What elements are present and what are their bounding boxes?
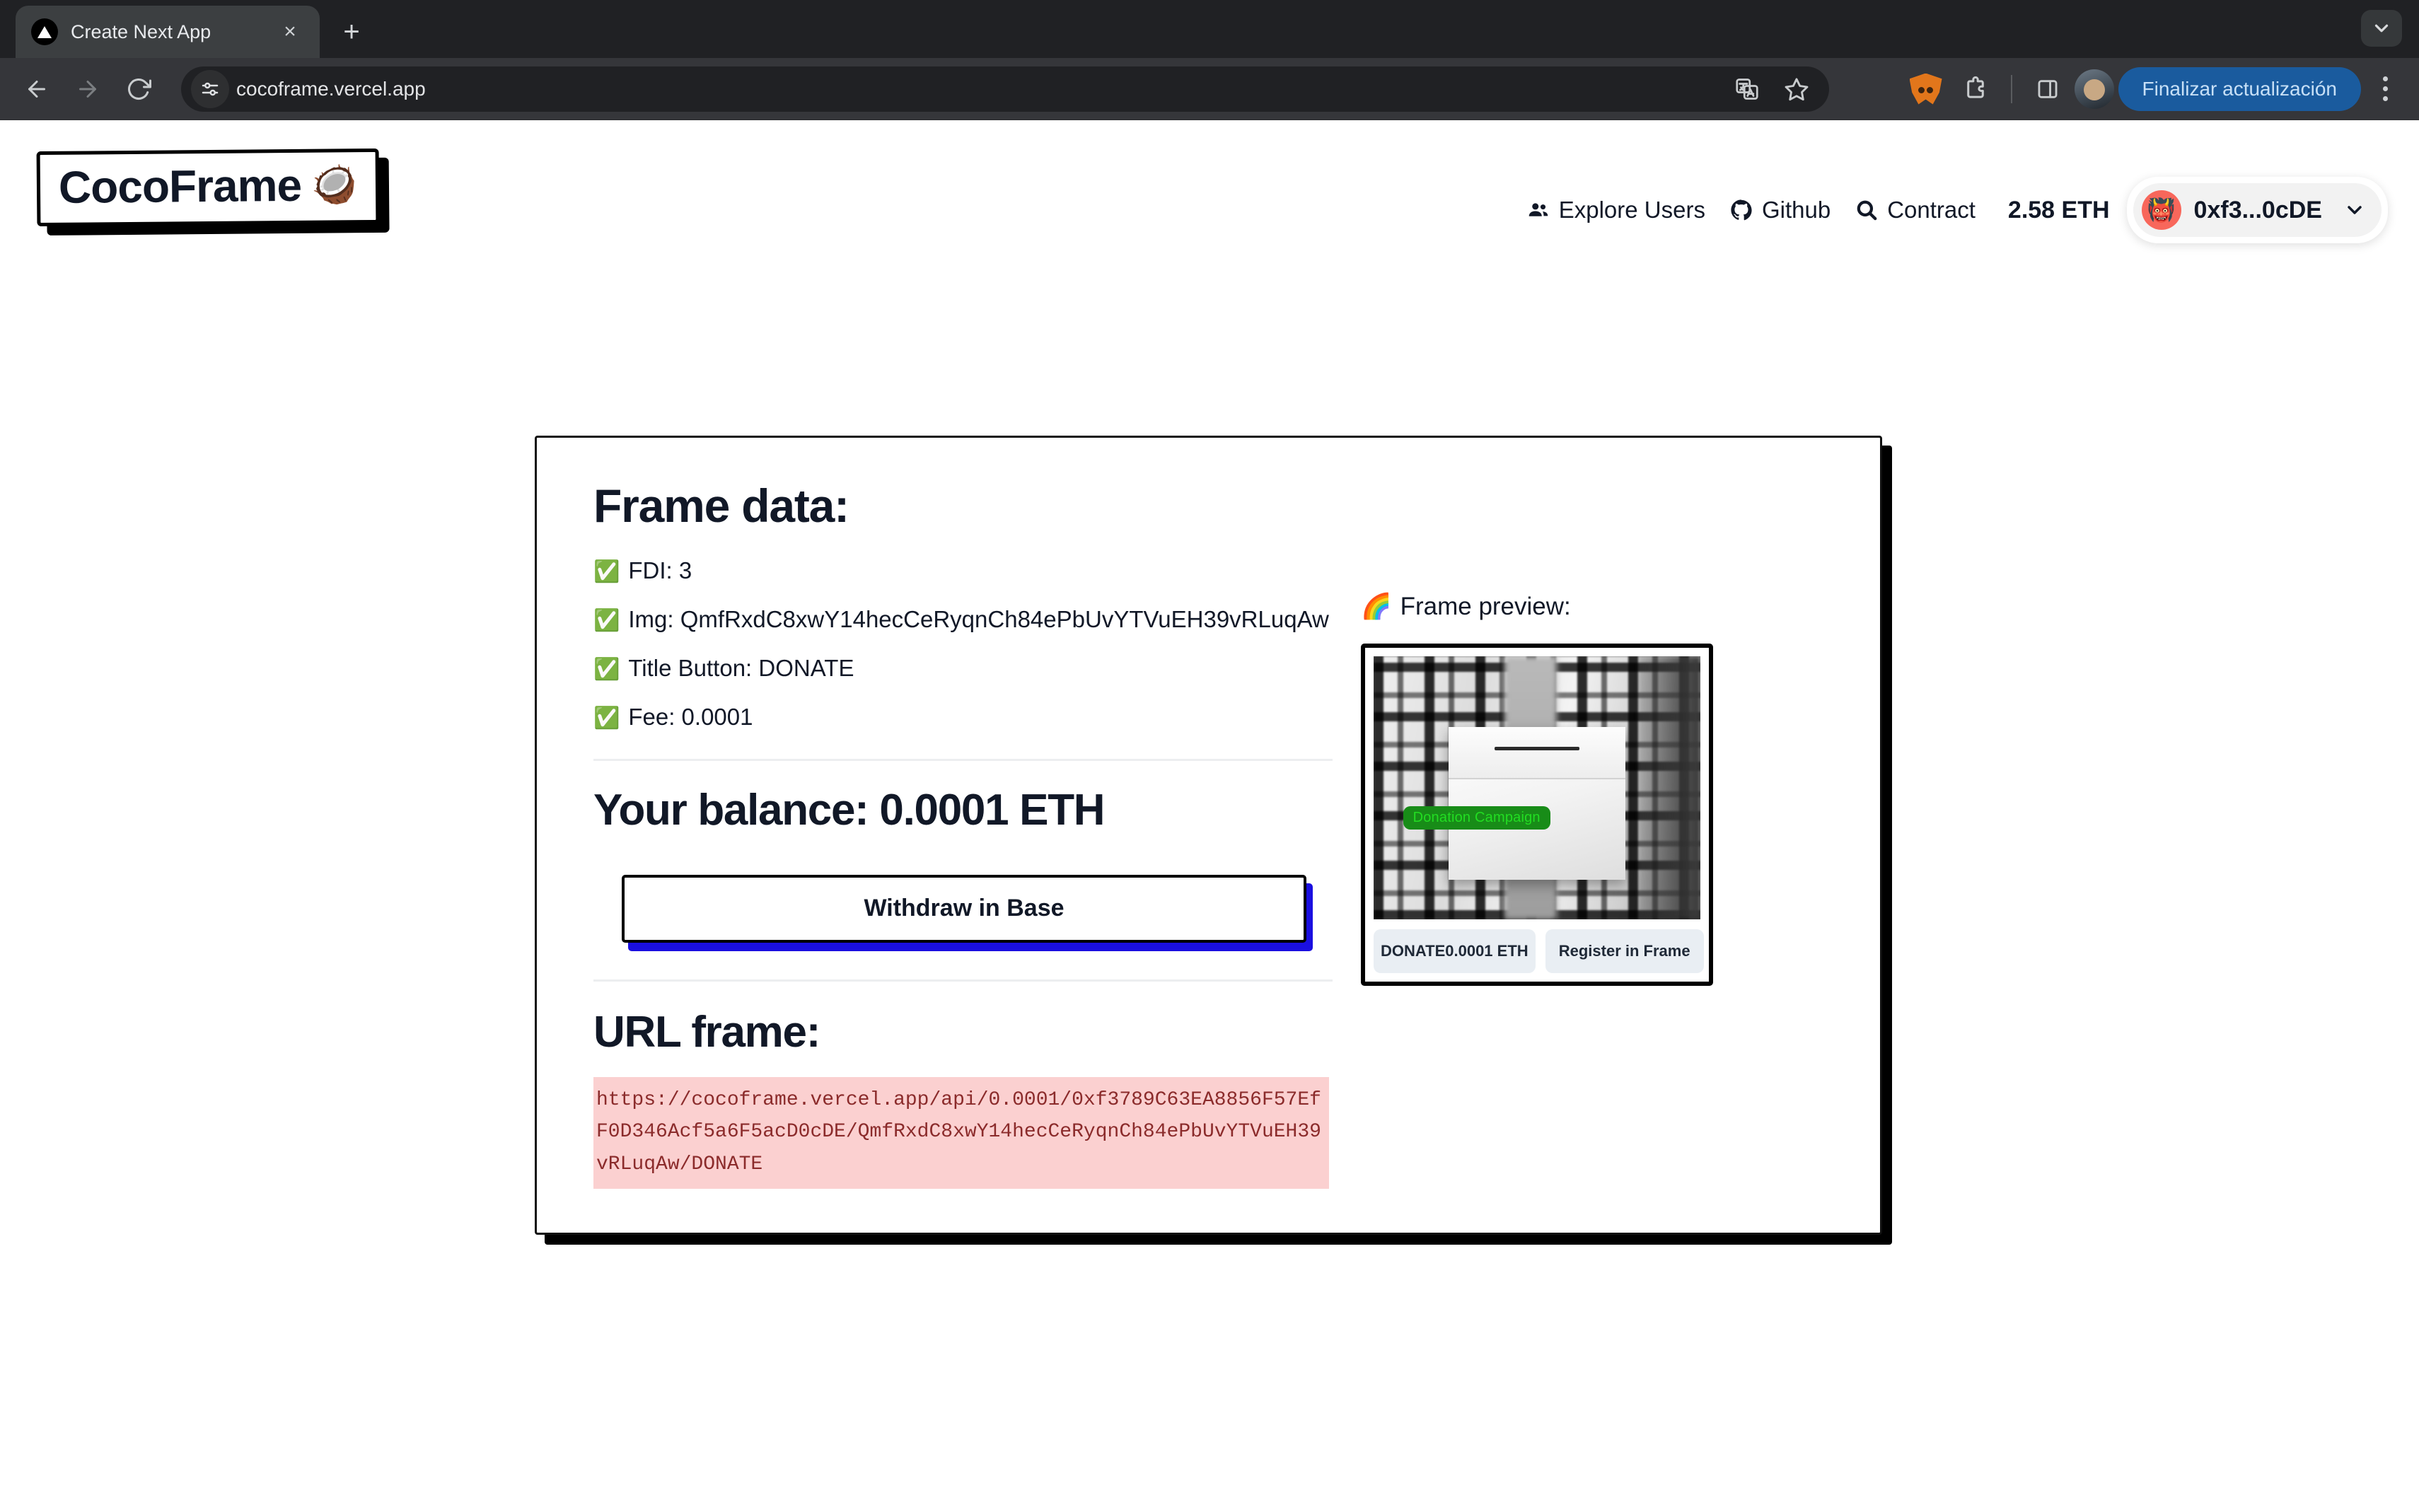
- coconut-icon: 🥥: [311, 164, 358, 206]
- people-icon: [1526, 198, 1550, 222]
- nav-explore-users[interactable]: Explore Users: [1519, 192, 1712, 228]
- check-icon: ✅: [593, 706, 620, 731]
- list-item-text: Img: QmfRxdC8xwY14hecCeRyqnCh84ePbUvYTVu…: [628, 605, 1329, 632]
- list-item-text: Title Button: DONATE: [628, 655, 854, 682]
- avatar: 👹: [2141, 190, 2181, 230]
- tab-search-button[interactable]: [2361, 10, 2402, 47]
- list-item: ✅ Img: QmfRxdC8xwY14hecCeRyqnCh84ePbUvYT…: [593, 605, 1333, 634]
- list-item-text: Fee: 0.0001: [628, 704, 753, 731]
- withdraw-button[interactable]: Withdraw in Base: [622, 874, 1306, 943]
- three-dot-menu-icon[interactable]: [2365, 66, 2405, 112]
- frame-data-heading: Frame data:: [593, 479, 849, 532]
- forward-arrow-icon: [65, 66, 110, 112]
- logo-text: CocoFrame: [58, 159, 302, 213]
- card-right-column: 🌈 Frame preview: Donation Campaign DONAT…: [1361, 480, 1831, 1189]
- metamask-fox-icon[interactable]: [1903, 66, 1949, 112]
- frame-preview-buttons: DONATE0.0001 ETH Register in Frame: [1374, 929, 1704, 973]
- tab-strip: Create Next App × +: [0, 0, 2419, 58]
- side-panel-icon[interactable]: [2025, 66, 2070, 112]
- check-icon: ✅: [593, 608, 620, 632]
- nav-label: Github: [1761, 197, 1831, 223]
- tab-title: Create Next App: [71, 21, 211, 42]
- list-item-text: FDI: 3: [628, 557, 692, 583]
- nav-label: Contract: [1887, 197, 1976, 223]
- eth-balance: 2.58 ETH: [2007, 196, 2110, 223]
- toolbar-right-actions: Finalizar actualización: [1903, 66, 2405, 112]
- tune-icon[interactable]: [191, 69, 229, 108]
- github-icon: [1729, 198, 1753, 222]
- campaign-caption: Donation Campaign: [1403, 806, 1550, 830]
- list-item: ✅ FDI: 3: [593, 556, 1333, 585]
- star-icon[interactable]: [1774, 66, 1819, 112]
- rainbow-icon: 🌈: [1361, 593, 1392, 620]
- toolbar-divider: [2010, 74, 2012, 103]
- update-button[interactable]: Finalizar actualización: [2118, 66, 2361, 111]
- chevron-down-icon: [2343, 199, 2366, 221]
- card-left-column: Frame data: ✅ FDI: 3 ✅ Img: QmfRxdC8xwY1…: [593, 479, 1333, 1190]
- extensions-puzzle-icon[interactable]: [1953, 66, 1998, 112]
- wallet-address: 0xf3...0cDE: [2193, 196, 2322, 223]
- page-content: CocoFrame 🥥 Explore Users Github Contrac…: [0, 120, 2419, 1512]
- main-card-wrapper: Frame data: ✅ FDI: 3 ✅ Img: QmfRxdC8xwY1…: [535, 436, 1882, 1235]
- wallet-inner: 👹 0xf3...0cDE: [2133, 183, 2382, 237]
- app-header: CocoFrame 🥥 Explore Users Github Contrac…: [0, 120, 2419, 243]
- nav-contract[interactable]: Contract: [1847, 192, 1983, 228]
- wallet-button[interactable]: 👹 0xf3...0cDE: [2126, 177, 2388, 243]
- frame-data-list: ✅ FDI: 3 ✅ Img: QmfRxdC8xwY14hecCeRyqnCh…: [593, 556, 1333, 732]
- profile-avatar[interactable]: [2074, 69, 2114, 109]
- donation-box-slot: [1495, 747, 1579, 751]
- back-arrow-icon[interactable]: [14, 66, 59, 112]
- app-logo[interactable]: CocoFrame 🥥: [36, 148, 380, 227]
- frame-preview-label: Frame preview:: [1400, 592, 1571, 620]
- main-nav: Explore Users Github Contract 2.58 ETH 👹…: [1519, 177, 2388, 243]
- check-icon: ✅: [593, 559, 620, 583]
- withdraw-button-wrapper: Withdraw in Base: [622, 874, 1306, 943]
- url-frame-heading: URL frame:: [593, 1007, 820, 1057]
- list-item: ✅ Title Button: DONATE: [593, 653, 1333, 682]
- frame-preview-card: Donation Campaign DONATE0.0001 ETH Regis…: [1361, 644, 1713, 986]
- nav-github[interactable]: Github: [1722, 192, 1838, 228]
- nav-label: Explore Users: [1558, 197, 1705, 223]
- address-bar-url: cocoframe.vercel.app: [236, 77, 426, 100]
- new-tab-button[interactable]: +: [330, 10, 373, 54]
- balance-heading: Your balance: 0.0001 ETH: [593, 785, 1106, 834]
- frame-preview-title: 🌈 Frame preview:: [1361, 592, 1831, 621]
- close-icon[interactable]: ×: [276, 18, 304, 46]
- browser-toolbar: cocoframe.vercel.app Finalizar actualiza…: [0, 58, 2419, 120]
- donation-box-illustration: [1449, 727, 1625, 880]
- reload-icon[interactable]: [116, 66, 161, 112]
- chevron-down-icon: [2374, 24, 2389, 33]
- main-card: Frame data: ✅ FDI: 3 ✅ Img: QmfRxdC8xwY1…: [535, 436, 1882, 1235]
- browser-tab[interactable]: Create Next App ×: [16, 6, 320, 58]
- address-bar[interactable]: cocoframe.vercel.app: [181, 66, 1829, 112]
- browser-window: Create Next App × + cocoframe.vercel.app: [0, 0, 2419, 1512]
- donation-box-lid: [1449, 727, 1625, 779]
- frame-donate-button[interactable]: DONATE0.0001 ETH: [1374, 929, 1536, 973]
- url-frame-code[interactable]: https://cocoframe.vercel.app/api/0.0001/…: [593, 1076, 1329, 1190]
- check-icon: ✅: [593, 658, 620, 682]
- translate-icon[interactable]: [1724, 66, 1770, 112]
- background-layer: [1638, 656, 1700, 919]
- search-icon: [1855, 198, 1879, 222]
- divider: [593, 758, 1333, 761]
- frame-register-button[interactable]: Register in Frame: [1545, 929, 1704, 973]
- divider: [593, 979, 1333, 982]
- nextjs-triangle-icon: [31, 18, 58, 45]
- list-item: ✅ Fee: 0.0001: [593, 702, 1333, 731]
- frame-preview-image: Donation Campaign: [1374, 656, 1700, 919]
